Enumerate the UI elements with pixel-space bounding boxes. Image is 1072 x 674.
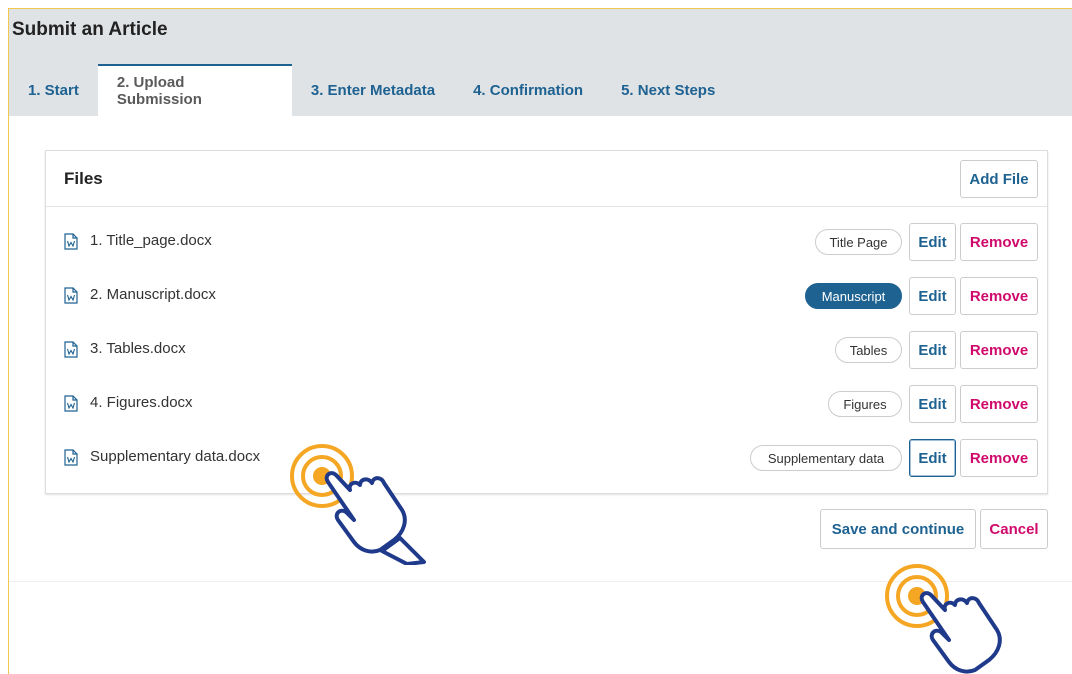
edit-button[interactable]: Edit <box>909 277 956 315</box>
file-name[interactable]: 3. Tables.docx <box>90 340 186 357</box>
remove-button[interactable]: Remove <box>960 277 1038 315</box>
word-document-icon <box>64 395 78 412</box>
tab-label: 3. Enter Metadata <box>310 81 436 99</box>
file-row: 4. Figures.docx Figures Edit Remove <box>46 377 1047 431</box>
genre-badge[interactable]: Supplementary data <box>750 445 902 471</box>
file-row: 2. Manuscript.docx Manuscript Edit Remov… <box>46 269 1047 323</box>
files-panel-header: Files Add File <box>46 151 1047 207</box>
tab-enter-metadata[interactable]: 3. Enter Metadata <box>292 64 454 116</box>
wizard-tabs: 1. Start 2. Upload Submission 3. Enter M… <box>9 64 734 116</box>
file-row: Supplementary data.docx Supplementary da… <box>46 431 1047 485</box>
word-document-icon <box>64 449 78 466</box>
remove-button[interactable]: Remove <box>960 439 1038 477</box>
tab-label: 1. Start <box>28 81 79 99</box>
word-document-icon <box>64 287 78 304</box>
page-title: Submit an Article <box>12 19 168 40</box>
tab-confirmation[interactable]: 4. Confirmation <box>454 64 602 116</box>
file-name[interactable]: 4. Figures.docx <box>90 394 193 411</box>
tab-next-steps[interactable]: 5. Next Steps <box>602 64 734 116</box>
remove-button[interactable]: Remove <box>960 223 1038 261</box>
genre-badge-selected[interactable]: Manuscript <box>805 283 902 309</box>
file-name[interactable]: 1. Title_page.docx <box>90 232 212 249</box>
tap-hand-icon <box>885 564 1002 674</box>
genre-badge[interactable]: Figures <box>828 391 902 417</box>
cancel-button[interactable]: Cancel <box>980 509 1048 549</box>
word-document-icon <box>64 341 78 358</box>
files-panel: Files Add File 1. Title_page.docx Title … <box>45 150 1048 494</box>
genre-badge[interactable]: Tables <box>835 337 902 363</box>
tap-hand-icon <box>290 444 426 565</box>
file-name[interactable]: Supplementary data.docx <box>90 448 260 465</box>
tab-upload-submission[interactable]: 2. Upload Submission <box>97 64 292 116</box>
add-file-button[interactable]: Add File <box>960 160 1038 198</box>
word-document-icon <box>64 233 78 250</box>
genre-badge[interactable]: Title Page <box>815 229 902 255</box>
remove-button[interactable]: Remove <box>960 385 1038 423</box>
tab-label: 4. Confirmation <box>473 81 584 99</box>
file-row: 3. Tables.docx Tables Edit Remove <box>46 323 1047 377</box>
edit-button[interactable]: Edit <box>909 439 956 477</box>
edit-button[interactable]: Edit <box>909 223 956 261</box>
tab-label: 2. Upload Submission <box>116 74 202 108</box>
remove-button[interactable]: Remove <box>960 331 1038 369</box>
tab-label: 5. Next Steps <box>621 81 716 99</box>
tab-start[interactable]: 1. Start <box>9 64 98 116</box>
edit-button[interactable]: Edit <box>909 331 956 369</box>
file-row: 1. Title_page.docx Title Page Edit Remov… <box>46 215 1047 269</box>
save-and-continue-button[interactable]: Save and continue <box>820 509 976 549</box>
files-panel-title: Files <box>64 169 103 188</box>
file-name[interactable]: 2. Manuscript.docx <box>90 286 216 303</box>
edit-button[interactable]: Edit <box>909 385 956 423</box>
